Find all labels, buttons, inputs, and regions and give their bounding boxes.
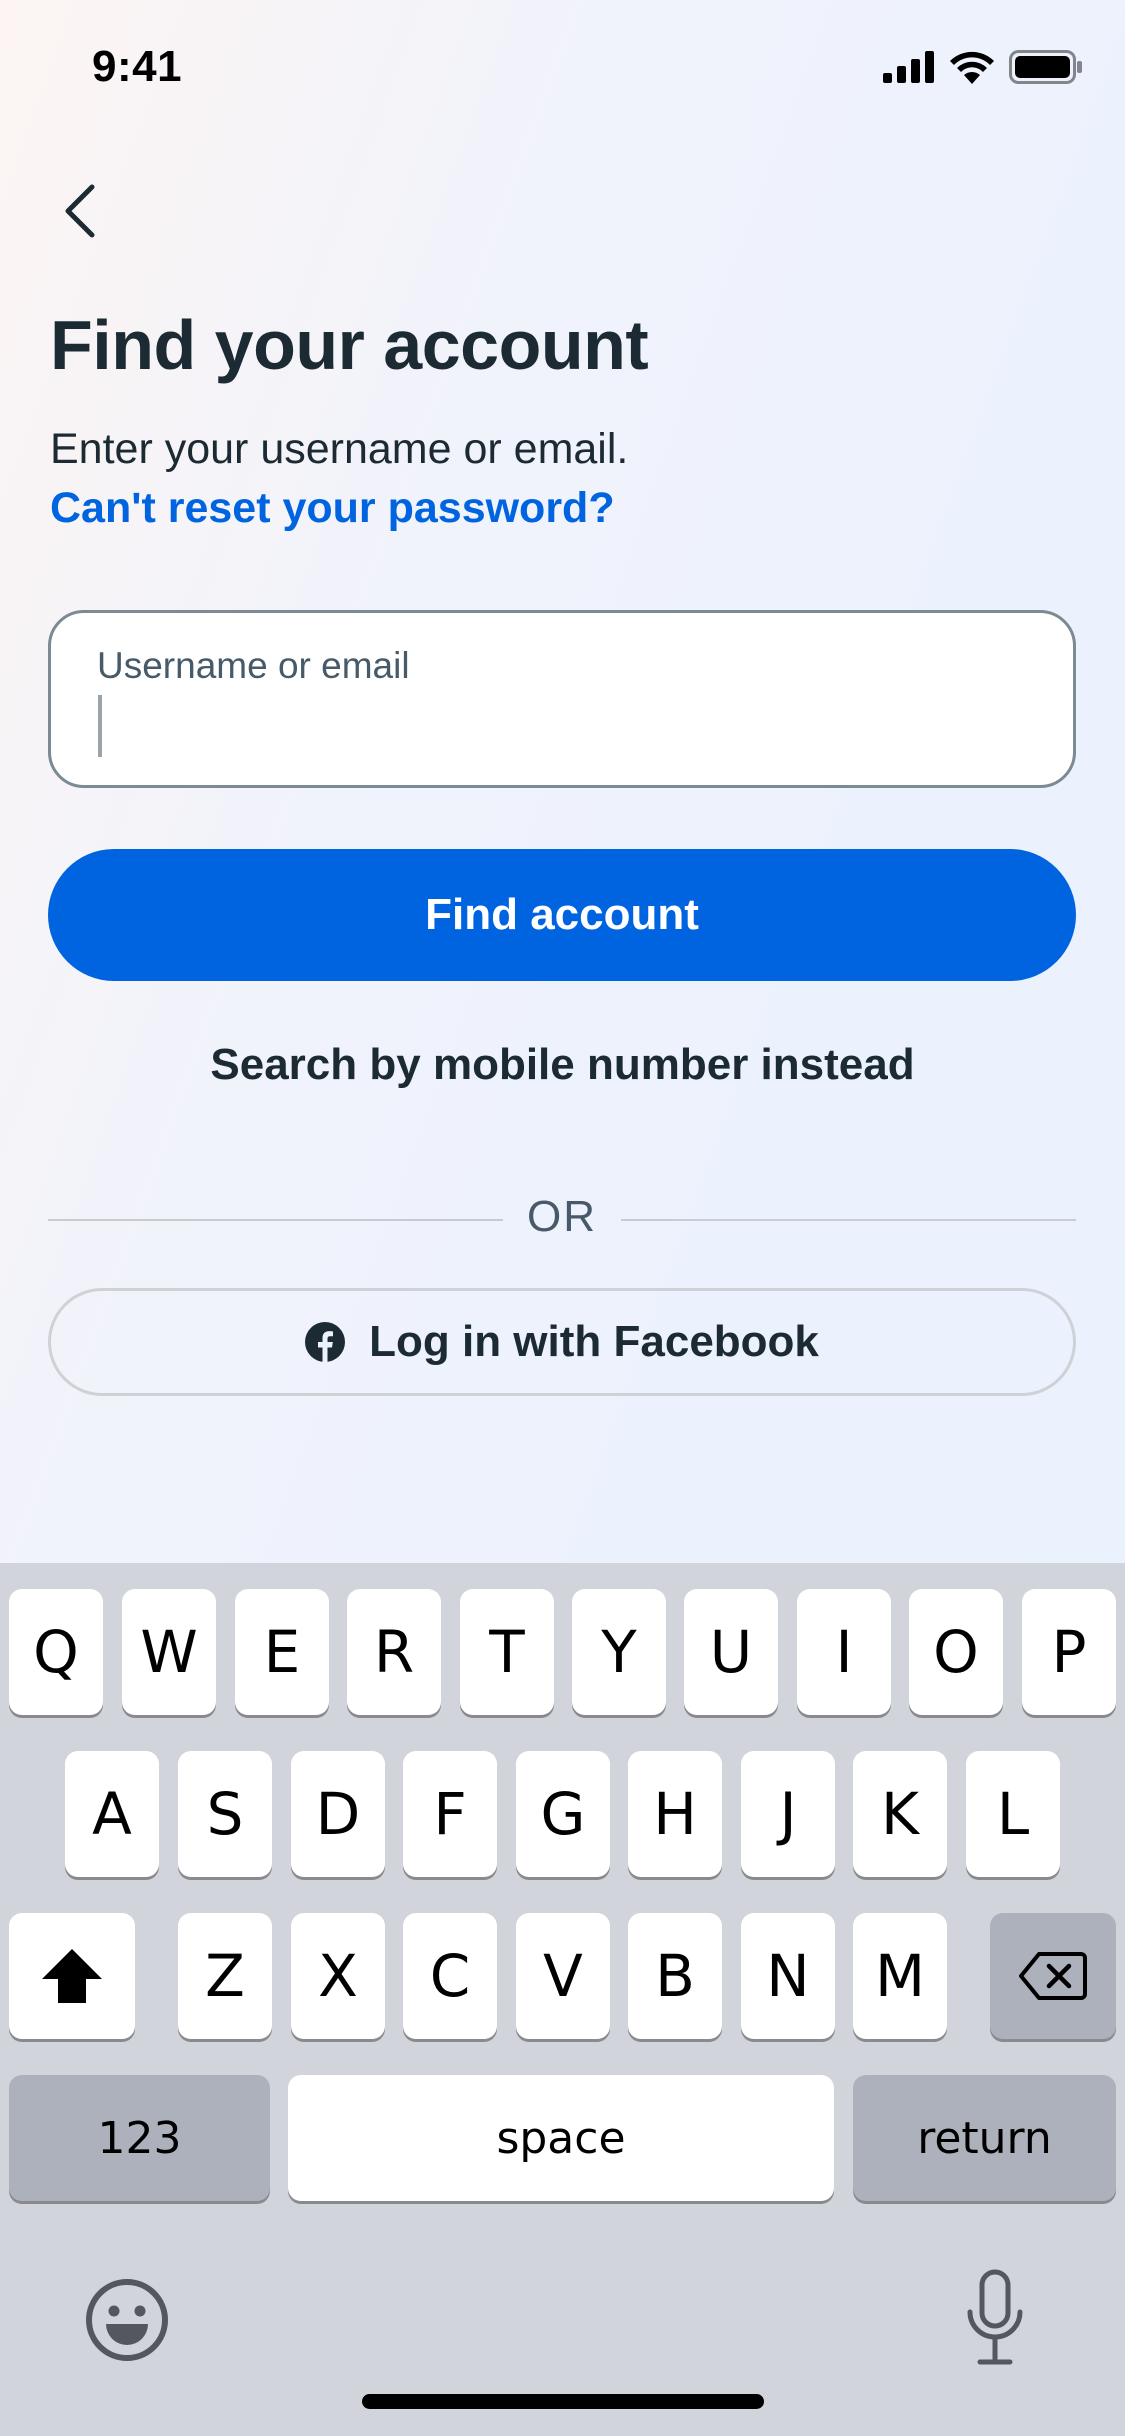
- key-e[interactable]: E: [235, 1589, 329, 1715]
- key-t[interactable]: T: [460, 1589, 554, 1715]
- key-s[interactable]: S: [178, 1751, 272, 1877]
- page-title: Find your account: [50, 306, 649, 384]
- key-a[interactable]: A: [65, 1751, 159, 1877]
- wifi-icon: [950, 51, 994, 84]
- facebook-login-label: Log in with Facebook: [369, 1317, 819, 1366]
- key-o[interactable]: O: [909, 1589, 1003, 1715]
- facebook-icon: [305, 1322, 346, 1362]
- backspace-icon: [1019, 1952, 1087, 2000]
- dictation-button[interactable]: [960, 2268, 1030, 2368]
- key-d[interactable]: D: [291, 1751, 385, 1877]
- shift-key[interactable]: [9, 1913, 135, 2039]
- facebook-login-button[interactable]: Log in with Facebook: [48, 1288, 1076, 1396]
- keyboard: Q W E R T Y U I O P A S D F G H J K L Z …: [0, 1563, 1125, 2436]
- divider-line-right: [621, 1219, 1076, 1221]
- key-c[interactable]: C: [403, 1913, 497, 2039]
- search-by-mobile-link[interactable]: Search by mobile number instead: [0, 1040, 1125, 1090]
- cant-reset-password-link[interactable]: Can't reset your password?: [50, 484, 615, 533]
- key-l[interactable]: L: [966, 1751, 1060, 1877]
- back-button[interactable]: [50, 178, 110, 244]
- key-q[interactable]: Q: [9, 1589, 103, 1715]
- key-n[interactable]: N: [741, 1913, 835, 2039]
- key-u[interactable]: U: [684, 1589, 778, 1715]
- key-f[interactable]: F: [403, 1751, 497, 1877]
- key-k[interactable]: K: [853, 1751, 947, 1877]
- battery-icon: [1009, 50, 1082, 84]
- status-time: 9:41: [92, 42, 183, 91]
- find-account-button[interactable]: Find account: [48, 849, 1076, 981]
- numbers-key[interactable]: 123: [9, 2075, 270, 2201]
- home-indicator: [362, 2394, 764, 2409]
- username-email-input[interactable]: [95, 693, 1025, 763]
- key-g[interactable]: G: [516, 1751, 610, 1877]
- backspace-key[interactable]: [990, 1913, 1116, 2039]
- text-caret: [98, 695, 102, 757]
- key-h[interactable]: H: [628, 1751, 722, 1877]
- shift-icon: [42, 1949, 102, 2003]
- key-z[interactable]: Z: [178, 1913, 272, 2039]
- status-bar: 9:41: [0, 0, 1125, 140]
- key-m[interactable]: M: [853, 1913, 947, 2039]
- key-b[interactable]: B: [628, 1913, 722, 2039]
- key-y[interactable]: Y: [572, 1589, 666, 1715]
- emoji-button[interactable]: [82, 2275, 172, 2365]
- key-r[interactable]: R: [347, 1589, 441, 1715]
- key-x[interactable]: X: [291, 1913, 385, 2039]
- username-email-label: Username or email: [97, 645, 410, 686]
- divider-text: OR: [527, 1192, 597, 1241]
- key-i[interactable]: I: [797, 1589, 891, 1715]
- key-p[interactable]: P: [1022, 1589, 1116, 1715]
- emoji-icon: [86, 2279, 168, 2361]
- key-j[interactable]: J: [741, 1751, 835, 1877]
- key-v[interactable]: V: [516, 1913, 610, 2039]
- username-email-field[interactable]: Username or email: [48, 610, 1076, 788]
- or-divider: OR: [48, 1190, 1076, 1250]
- key-w[interactable]: W: [122, 1589, 216, 1715]
- microphone-icon: [967, 2269, 1023, 2365]
- chevron-left-icon: [65, 184, 95, 238]
- page-subtitle: Enter your username or email.: [50, 425, 629, 473]
- status-icons: [883, 50, 1083, 84]
- return-key[interactable]: return: [853, 2075, 1116, 2201]
- cellular-signal-icon: [883, 51, 934, 83]
- space-key[interactable]: space: [288, 2075, 834, 2201]
